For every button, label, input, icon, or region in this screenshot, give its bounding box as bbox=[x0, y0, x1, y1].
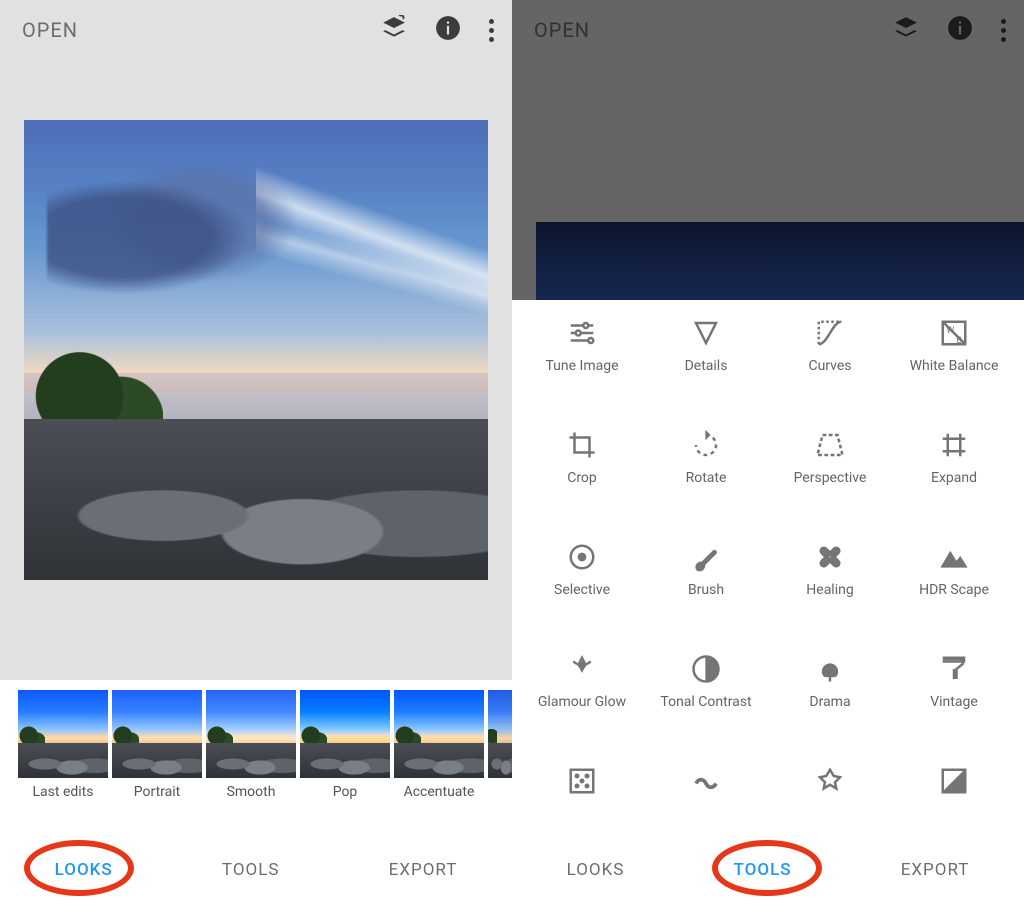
look-smooth[interactable]: Smooth bbox=[206, 690, 296, 800]
nav-looks[interactable]: LOOKS bbox=[39, 852, 129, 888]
nav-looks[interactable]: LOOKS bbox=[551, 852, 641, 888]
tool-selective[interactable]: Selective bbox=[520, 542, 644, 616]
tool-rotate[interactable]: Rotate bbox=[644, 430, 768, 504]
tool-label: Tonal Contrast bbox=[660, 694, 751, 728]
nav-tools[interactable]: TOOLS bbox=[718, 852, 808, 888]
nav-export[interactable]: EXPORT bbox=[885, 852, 986, 888]
tool-grainy-film[interactable] bbox=[520, 766, 644, 840]
tool-label: Expand bbox=[931, 470, 977, 504]
stacks-icon[interactable] bbox=[381, 15, 407, 45]
stacks-icon[interactable] bbox=[893, 15, 919, 45]
tool-label: Brush bbox=[688, 582, 724, 616]
tool-label: Glamour Glow bbox=[538, 694, 626, 728]
tool-details[interactable]: Details bbox=[644, 318, 768, 392]
look-accentuate[interactable]: Accentuate bbox=[394, 690, 484, 800]
tool-label: Curves bbox=[808, 358, 851, 392]
tool-label: White Balance bbox=[910, 358, 999, 392]
tool-black-white[interactable] bbox=[892, 766, 1016, 840]
tool-expand[interactable]: Expand bbox=[892, 430, 1016, 504]
look-label: Accentuate bbox=[404, 784, 475, 800]
tool-tonal-contrast[interactable]: Tonal Contrast bbox=[644, 654, 768, 728]
tools-screen: OPEN Tune Image Details Curves WB White B… bbox=[512, 0, 1024, 900]
look-label: Last edits bbox=[33, 784, 94, 800]
looks-strip: Last edits Portrait Smooth Pop Accentuat… bbox=[0, 680, 512, 840]
tool-curves[interactable]: Curves bbox=[768, 318, 892, 392]
image-canvas[interactable] bbox=[24, 120, 488, 580]
info-icon[interactable] bbox=[435, 15, 461, 45]
look-partial[interactable]: Fac bbox=[488, 690, 512, 800]
tool-white-balance[interactable]: WB White Balance bbox=[892, 318, 1016, 392]
tool-perspective[interactable]: Perspective bbox=[768, 430, 892, 504]
tool-glamour-glow[interactable]: Glamour Glow bbox=[520, 654, 644, 728]
look-label: Smooth bbox=[227, 784, 276, 800]
tool-hdr-scape[interactable]: HDR Scape bbox=[892, 542, 1016, 616]
look-pop[interactable]: Pop bbox=[300, 690, 390, 800]
tool-drama[interactable]: Drama bbox=[768, 654, 892, 728]
tool-label: Rotate bbox=[686, 470, 727, 504]
tool-vintage[interactable]: Vintage bbox=[892, 654, 1016, 728]
bottom-nav: LOOKS TOOLS EXPORT bbox=[512, 840, 1024, 900]
tool-grunge[interactable] bbox=[768, 766, 892, 840]
nav-tools[interactable]: TOOLS bbox=[206, 852, 296, 888]
svg-text:W: W bbox=[947, 326, 955, 336]
tool-label: Healing bbox=[806, 582, 853, 616]
tool-label: Details bbox=[685, 358, 728, 392]
info-icon[interactable] bbox=[947, 15, 973, 45]
open-button[interactable]: OPEN bbox=[22, 18, 78, 42]
tool-brush[interactable]: Brush bbox=[644, 542, 768, 616]
topbar: OPEN bbox=[0, 0, 512, 60]
look-portrait[interactable]: Portrait bbox=[112, 690, 202, 800]
more-icon[interactable] bbox=[489, 19, 494, 42]
image-sliver bbox=[536, 222, 1024, 300]
tool-label: Crop bbox=[567, 470, 597, 504]
tool-label: Perspective bbox=[794, 470, 867, 504]
open-button[interactable]: OPEN bbox=[534, 18, 590, 42]
tool-tune-image[interactable]: Tune Image bbox=[520, 318, 644, 392]
dimmed-editor: OPEN bbox=[512, 0, 1024, 300]
look-label: Portrait bbox=[134, 784, 180, 800]
nav-export[interactable]: EXPORT bbox=[373, 852, 474, 888]
tool-label: Selective bbox=[554, 582, 610, 616]
tool-crop[interactable]: Crop bbox=[520, 430, 644, 504]
tools-panel: Tune Image Details Curves WB White Balanc… bbox=[512, 300, 1024, 840]
editor-upper: OPEN bbox=[0, 0, 512, 680]
tool-healing[interactable]: Healing bbox=[768, 542, 892, 616]
tool-retrolux[interactable] bbox=[644, 766, 768, 840]
topbar: OPEN bbox=[512, 0, 1024, 60]
more-icon[interactable] bbox=[1001, 19, 1006, 42]
tool-label: Drama bbox=[809, 694, 850, 728]
look-label: Pop bbox=[333, 784, 358, 800]
tool-label: Tune Image bbox=[545, 358, 618, 392]
tool-label: HDR Scape bbox=[919, 582, 989, 616]
tool-label: Vintage bbox=[930, 694, 978, 728]
svg-text:B: B bbox=[957, 336, 962, 346]
bottom-nav: LOOKS TOOLS EXPORT bbox=[0, 840, 512, 900]
look-last-edits[interactable]: Last edits bbox=[18, 690, 108, 800]
looks-screen: OPEN Last edits Portrait Smooth Pop Acce… bbox=[0, 0, 512, 900]
